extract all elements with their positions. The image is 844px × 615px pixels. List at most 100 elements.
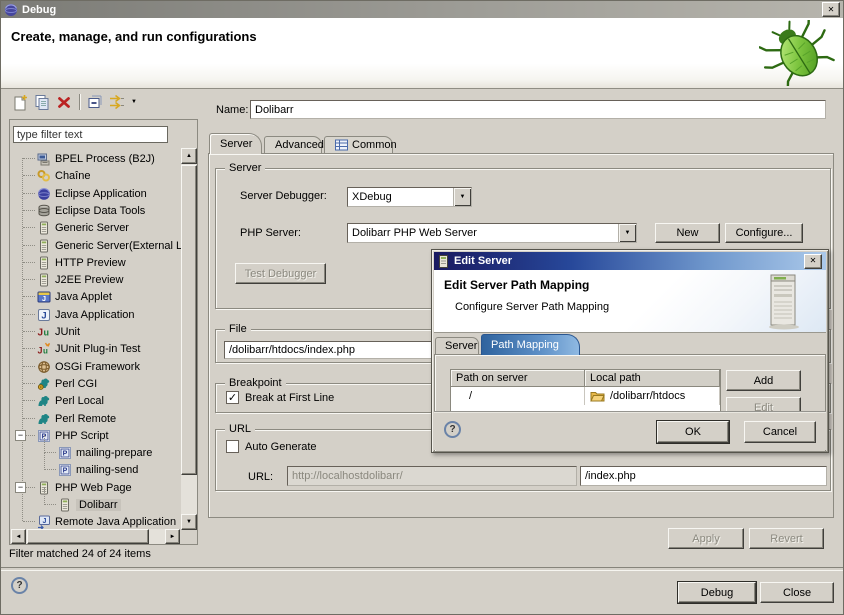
php-icon: P <box>58 463 72 477</box>
tree-item-eclipse-data-tools[interactable]: Eclipse Data Tools <box>10 202 181 219</box>
tab-common-label: Common <box>352 139 397 151</box>
menu-caret-icon[interactable]: ▼ <box>128 92 140 112</box>
chevron-down-icon[interactable]: ▼ <box>453 188 471 206</box>
tree-horizontal-scrollbar[interactable]: ◄ ► <box>11 529 180 544</box>
tree-item-cha-ne[interactable]: Chaîne <box>10 167 181 184</box>
edit-server-close-button[interactable]: ✕ <box>804 254 822 269</box>
close-button[interactable]: Close <box>760 582 834 603</box>
dialog-tab-path-mapping[interactable]: Path Mapping <box>481 334 580 355</box>
delete-configuration-icon[interactable] <box>53 92 75 112</box>
tree-item-eclipse-application[interactable]: Eclipse Application <box>10 185 181 202</box>
column-header-path-on-server[interactable]: Path on server <box>451 370 585 387</box>
tree-item-java-application[interactable]: J Java Application <box>10 306 181 323</box>
collapse-toggle-icon[interactable]: − <box>15 482 26 493</box>
debug-configurations-window: Debug ✕ Create, manage, and run configur… <box>0 0 844 615</box>
tree-item-mailing-prepare[interactable]: Pmailing-prepare <box>10 444 181 461</box>
tree-vertical-scrollbar[interactable]: ▲ ▼ <box>181 148 197 530</box>
tree-guide-line <box>23 175 35 176</box>
chain-icon <box>37 169 51 183</box>
filter-input[interactable] <box>13 126 168 143</box>
auto-generate-checkbox[interactable] <box>226 440 239 453</box>
name-input[interactable]: Dolibarr <box>250 100 826 119</box>
tree-item-label: JUnit <box>55 326 80 338</box>
tree-item-java-applet[interactable]: JJava Applet <box>10 288 181 305</box>
test-debugger-button[interactable]: Test Debugger <box>235 263 326 284</box>
dialog-tab-server[interactable]: Server <box>435 337 479 354</box>
tree-item-mailing-send[interactable]: Pmailing-send <box>10 461 181 478</box>
tree-guide-line <box>23 348 35 349</box>
edit-server-titlebar: Edit Server ✕ <box>434 252 826 270</box>
scroll-right-icon[interactable]: ► <box>165 529 180 544</box>
tree-item-j2ee-preview[interactable]: J2EE Preview <box>10 271 181 288</box>
window-close-button[interactable]: ✕ <box>822 2 840 17</box>
tree-item-dolibarr[interactable]: Dolibarr <box>10 496 181 513</box>
tree-guide-line <box>23 193 35 194</box>
eclipse-icon <box>37 187 51 201</box>
file-group-title: File <box>225 323 251 335</box>
tree-item-http-preview[interactable]: HTTP Preview <box>10 254 181 271</box>
tree-item-php-web-page[interactable]: − PHP Web Page <box>10 479 181 496</box>
horizontal-scroll-thumb[interactable] <box>27 529 149 544</box>
tree-item-bpel-process-b2j-[interactable]: BPEL Process (B2J) <box>10 150 181 167</box>
folder-icon <box>590 390 605 402</box>
tree-guide-line <box>23 279 35 280</box>
tree-item-php-script[interactable]: −PPHP Script <box>10 427 181 444</box>
tree-guide-line <box>23 227 35 228</box>
php-server-select[interactable]: Dolibarr PHP Web Server ▼ <box>347 223 637 243</box>
help-icon[interactable]: ? <box>11 577 28 594</box>
tree-item-remote-java-application[interactable]: J Remote Java Application <box>10 513 181 530</box>
new-launch-configuration-icon[interactable] <box>9 92 31 112</box>
tree-item-label: mailing-send <box>76 464 138 476</box>
collapse-toggle-icon[interactable]: − <box>15 430 26 441</box>
duplicate-configuration-icon[interactable] <box>31 92 53 112</box>
cell-server-path[interactable]: / <box>451 387 585 405</box>
dialog-help-icon[interactable]: ? <box>444 421 461 438</box>
add-mapping-button[interactable]: Add <box>726 370 801 391</box>
vertical-scroll-thumb[interactable] <box>181 165 197 475</box>
break-at-first-line-checkbox[interactable]: ✓ <box>226 391 239 404</box>
tree-item-perl-cgi[interactable]: Perl CGI <box>10 375 181 392</box>
tree-item-label: PHP Web Page <box>55 482 132 494</box>
apply-button[interactable]: Apply <box>668 528 744 549</box>
tree-item-perl-remote[interactable]: Perl Remote <box>10 410 181 427</box>
tree-item-label: Java Application <box>55 309 135 321</box>
scroll-up-icon[interactable]: ▲ <box>181 148 197 164</box>
tree-item-generic-server[interactable]: Generic Server <box>10 219 181 236</box>
break-at-first-line-label: Break at First Line <box>245 392 334 404</box>
tree-guide-line <box>44 469 56 470</box>
tree-item-label: Remote Java Application <box>55 516 176 528</box>
ok-button[interactable]: OK <box>657 421 729 443</box>
chevron-down-icon[interactable]: ▼ <box>618 224 636 242</box>
java-icon: J <box>37 308 51 322</box>
tab-server[interactable]: Server <box>209 133 262 154</box>
url-path-input[interactable]: /index.php <box>580 466 827 486</box>
cancel-button[interactable]: Cancel <box>744 421 816 443</box>
filter-icon[interactable] <box>106 92 128 112</box>
tree-item-perl-local[interactable]: Perl Local <box>10 392 181 409</box>
tree-item-label: Java Applet <box>55 291 112 303</box>
tree-item-junit[interactable]: JuJUnit <box>10 323 181 340</box>
configurations-toolbar: ▼ <box>9 92 140 112</box>
tab-advanced[interactable]: Advanced <box>264 136 322 153</box>
server-debugger-select[interactable]: XDebug ▼ <box>347 187 472 207</box>
configure-server-button[interactable]: Configure... <box>725 223 803 243</box>
tree-item-generic-server-external-la[interactable]: Generic Server(External La <box>10 237 181 254</box>
base-url-input[interactable]: http://localhostdolibarr/ <box>287 466 577 486</box>
debug-button[interactable]: Debug <box>678 582 756 603</box>
svg-text:J: J <box>43 518 47 525</box>
scroll-left-icon[interactable]: ◄ <box>11 529 26 544</box>
server-tower-image <box>764 274 804 330</box>
debug-bug-icon <box>759 20 837 86</box>
collapse-all-icon[interactable] <box>84 92 106 112</box>
tree-item-osgi-framework[interactable]: OSGi Framework <box>10 358 181 375</box>
revert-button[interactable]: Revert <box>749 528 824 549</box>
tree-item-junit-plug-in-test[interactable]: JuJUnit Plug-in Test <box>10 340 181 357</box>
tree-guide-line <box>23 158 35 159</box>
scroll-down-icon[interactable]: ▼ <box>181 514 197 530</box>
tree-guide-line <box>44 452 56 453</box>
cell-local-path[interactable]: /dolibarr/htdocs <box>585 387 720 405</box>
column-header-local-path[interactable]: Local path <box>585 370 720 387</box>
tree-guide-line <box>23 383 35 384</box>
tab-common[interactable]: Common <box>324 136 393 153</box>
new-server-button[interactable]: New <box>655 223 720 243</box>
